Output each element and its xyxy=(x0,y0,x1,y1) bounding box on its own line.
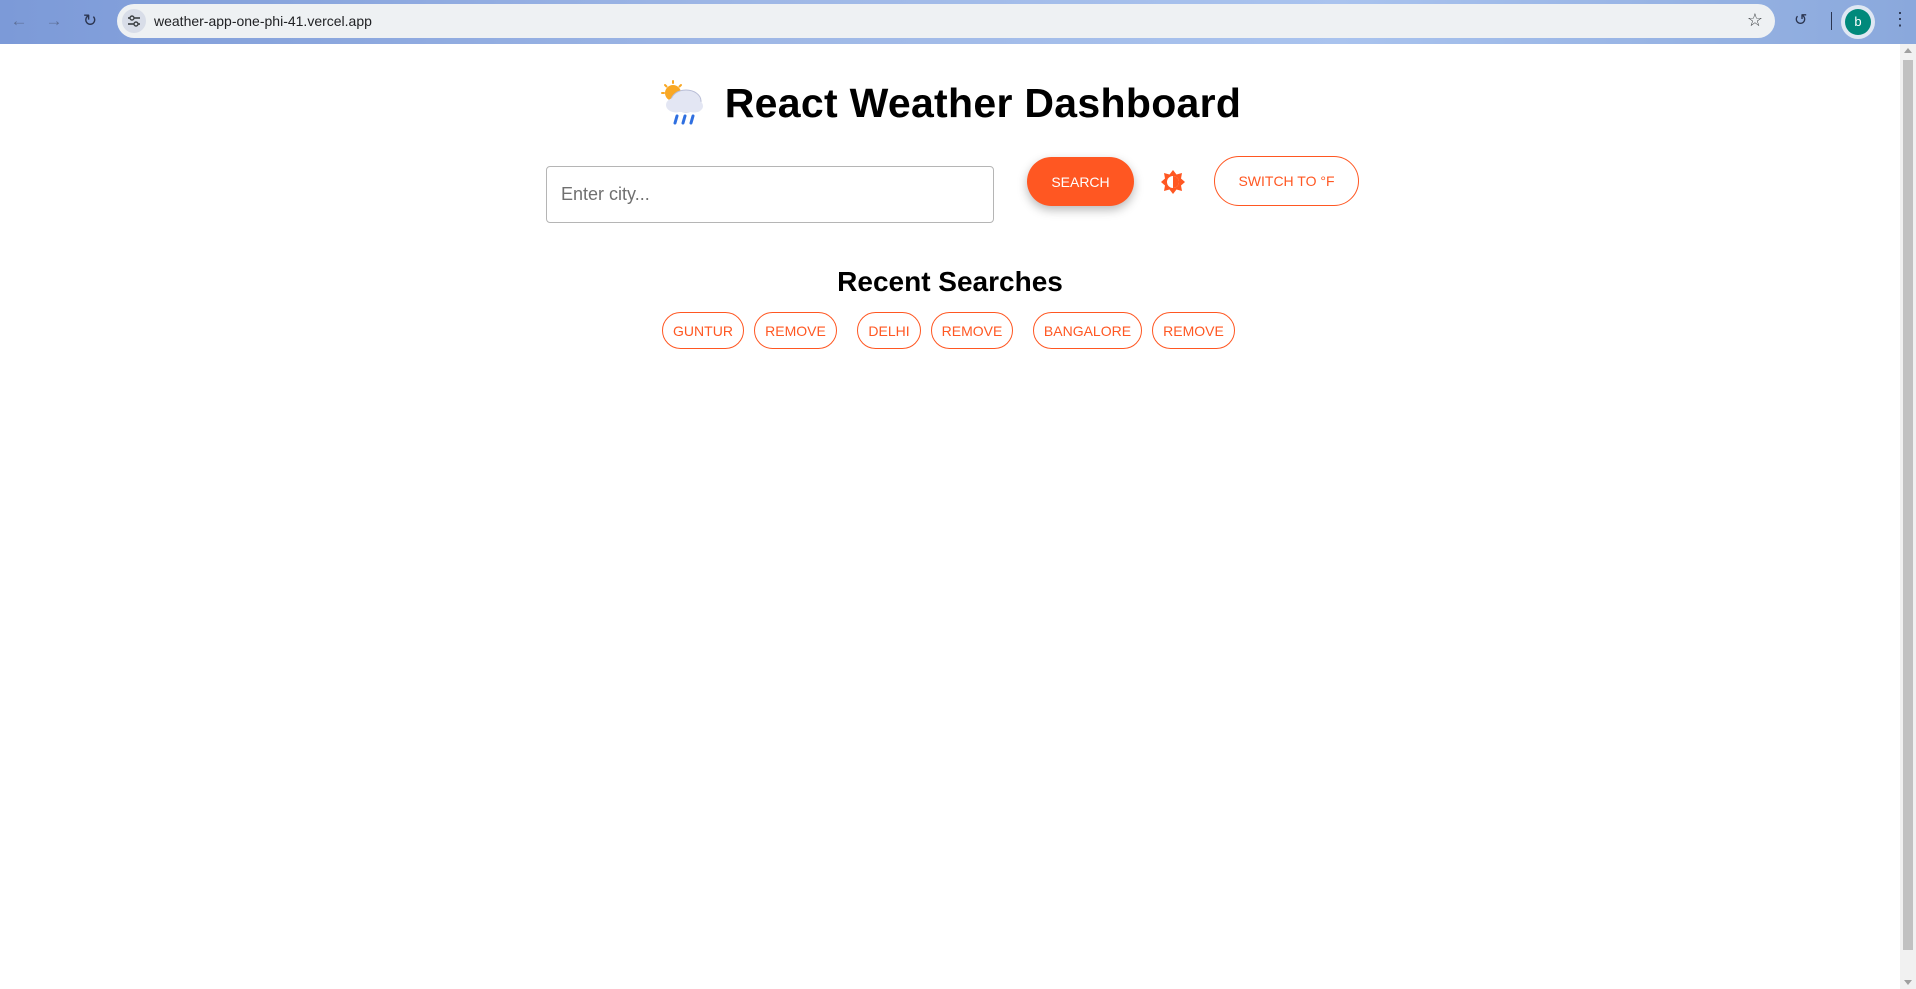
remove-guntur-button[interactable]: REMOVE xyxy=(754,312,837,349)
recent-city-guntur[interactable]: GUNTUR xyxy=(662,312,744,349)
bookmark-star-icon[interactable]: ☆ xyxy=(1747,10,1763,31)
brightness-icon[interactable] xyxy=(1160,169,1186,195)
remove-delhi-button[interactable]: REMOVE xyxy=(931,312,1013,349)
address-bar[interactable]: weather-app-one-phi-41.vercel.app ☆ xyxy=(117,4,1775,38)
forward-icon[interactable]: → xyxy=(43,10,65,32)
cloud-sun-rain-icon xyxy=(660,80,703,125)
remove-bangalore-button[interactable]: REMOVE xyxy=(1152,312,1235,349)
scrollbar-thumb[interactable] xyxy=(1903,60,1913,950)
menu-kebab-icon[interactable]: ⋮ xyxy=(1891,9,1909,30)
reload-icon[interactable]: ↻ xyxy=(79,10,101,32)
scroll-up-arrow-icon[interactable] xyxy=(1904,48,1912,53)
site-info-icon[interactable] xyxy=(122,9,146,33)
page-scrollbar[interactable] xyxy=(1900,44,1916,989)
browser-toolbar: ← → ↻ weather-app-one-phi-41.vercel.app … xyxy=(0,0,1916,44)
switch-unit-button[interactable]: SWITCH TO °F xyxy=(1214,156,1359,206)
avatar: b xyxy=(1845,9,1871,35)
history-icon[interactable]: ↺ xyxy=(1794,10,1807,30)
toolbar-divider xyxy=(1831,12,1832,30)
back-icon[interactable]: ← xyxy=(8,10,30,32)
url-text[interactable]: weather-app-one-phi-41.vercel.app xyxy=(154,13,372,29)
weather-dashboard: React Weather Dashboard SEARCH SWITCH TO… xyxy=(0,44,1900,989)
recent-city-bangalore[interactable]: BANGALORE xyxy=(1033,312,1142,349)
recent-searches-heading: Recent Searches xyxy=(837,266,1063,297)
scroll-down-arrow-icon[interactable] xyxy=(1904,980,1912,985)
city-search-input[interactable] xyxy=(546,166,994,223)
recent-city-delhi[interactable]: DELHI xyxy=(857,312,921,349)
profile-button[interactable]: b xyxy=(1841,5,1875,39)
search-button[interactable]: SEARCH xyxy=(1027,157,1134,206)
title-row: React Weather Dashboard xyxy=(0,79,1900,127)
page-title: React Weather Dashboard xyxy=(724,79,1242,126)
